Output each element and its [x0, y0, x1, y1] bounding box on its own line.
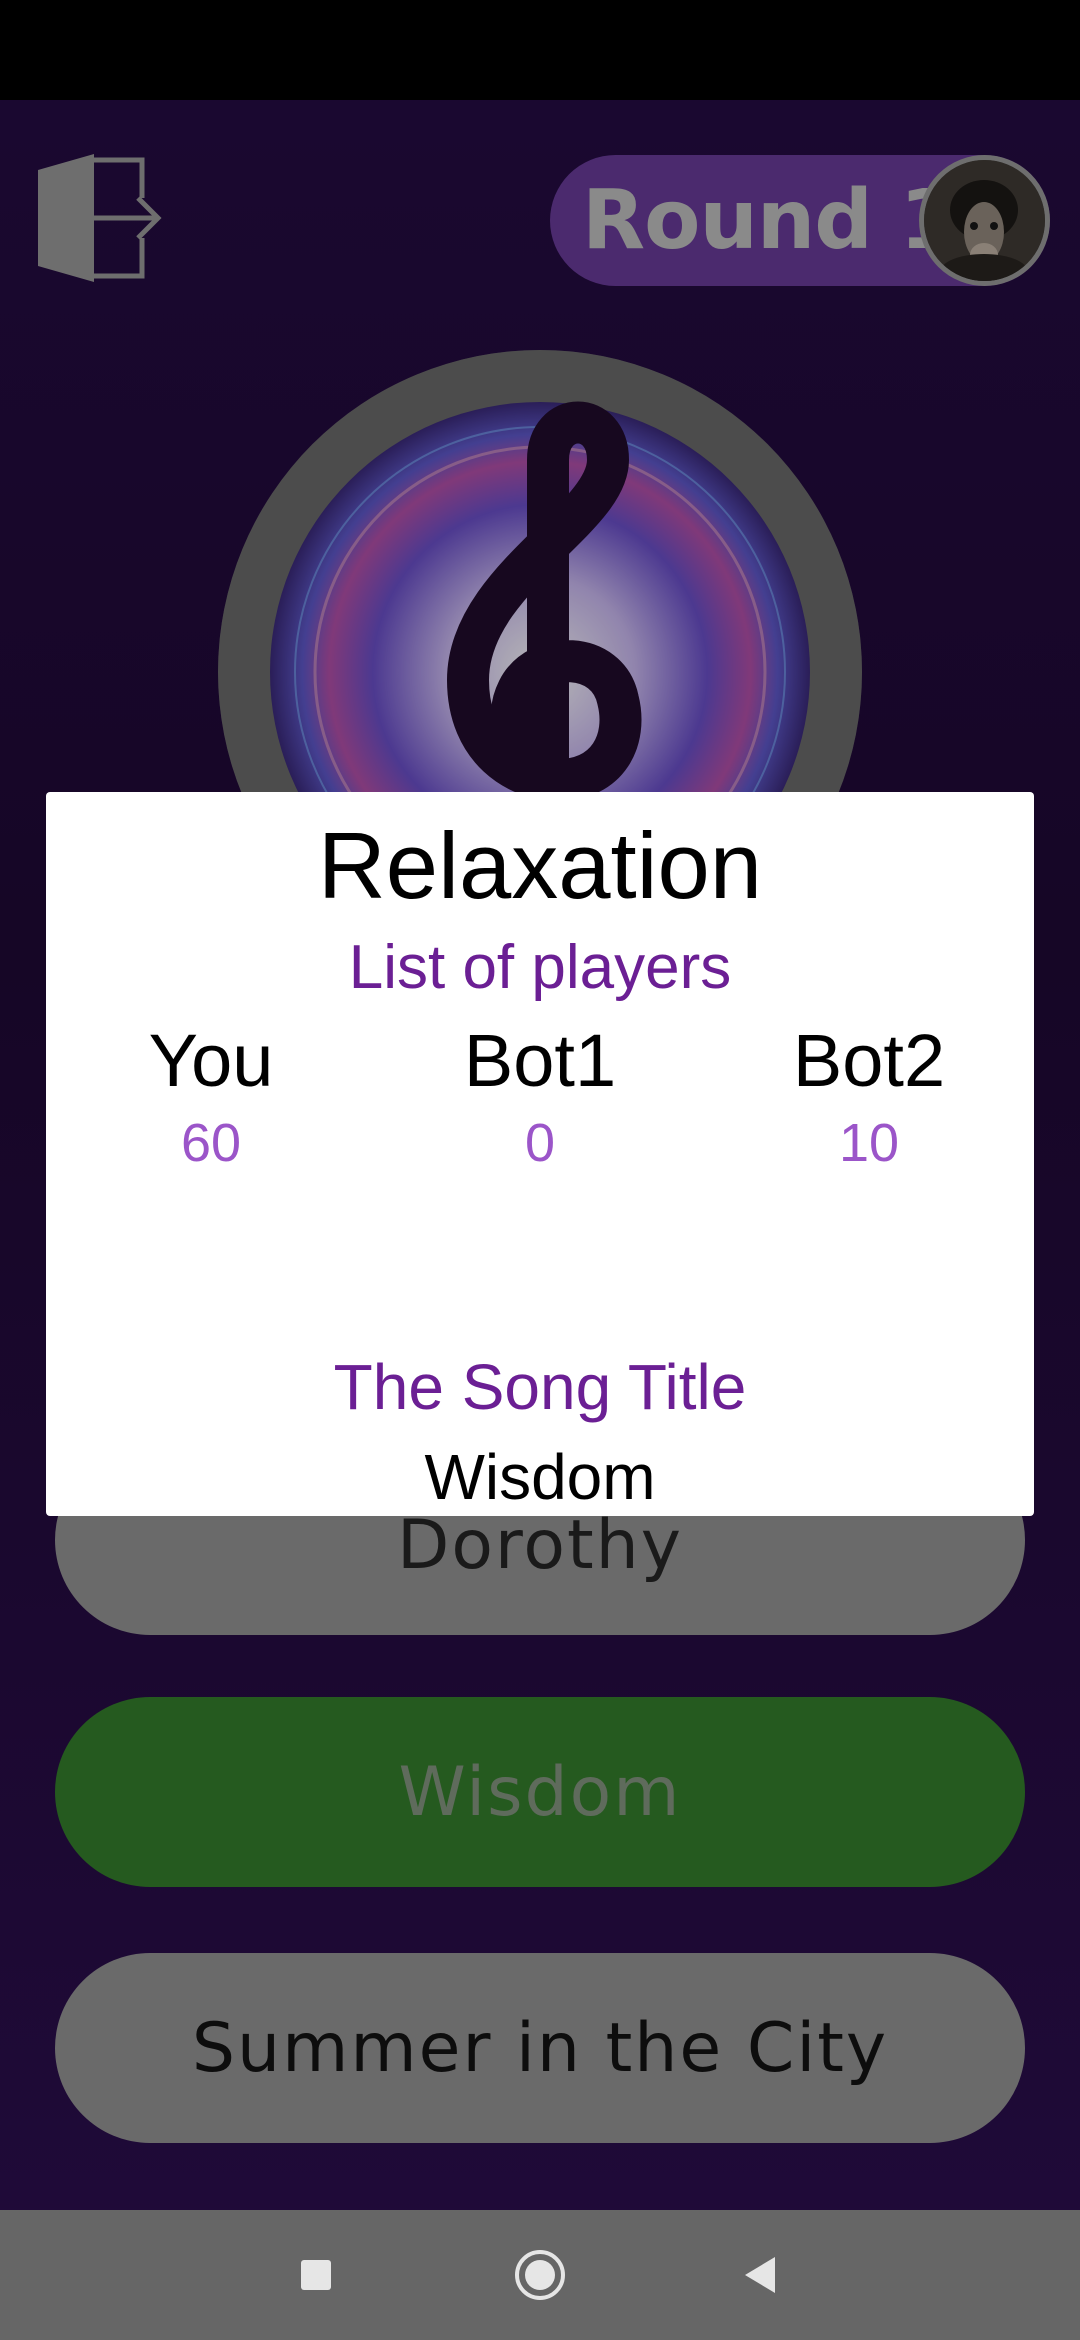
player-entry: Bot2 10 [704, 1019, 1034, 1173]
player-entry: Bot1 0 [375, 1019, 705, 1173]
song-title-heading: The Song Title [333, 1351, 747, 1423]
round-label: Round 1 [582, 173, 957, 268]
dialog-title: Relaxation [317, 813, 763, 918]
player-name: You [148, 1019, 274, 1102]
answer-button-3[interactable]: Summer in the City [55, 1953, 1025, 2143]
player-name: Bot2 [792, 1019, 946, 1102]
exit-icon[interactable] [36, 152, 162, 284]
nav-home-icon[interactable] [500, 2235, 580, 2315]
player-score: 0 [524, 1113, 556, 1173]
player-score: 60 [180, 1113, 242, 1173]
system-nav-bar [0, 2210, 1080, 2340]
players-heading: List of players [348, 933, 732, 1002]
round-result-dialog: Relaxation List of players You 60 Bot1 0… [46, 792, 1034, 1516]
nav-recents-icon[interactable] [276, 2235, 356, 2315]
player-score: 10 [838, 1113, 900, 1173]
avatar[interactable] [919, 155, 1050, 286]
player-name: Bot1 [463, 1019, 617, 1102]
answer-button-2[interactable]: Wisdom [55, 1697, 1025, 1887]
song-title: Wisdom [424, 1441, 656, 1513]
status-bar [0, 0, 1080, 100]
round-indicator: Round 1 [550, 155, 1050, 286]
nav-back-icon[interactable] [720, 2235, 800, 2315]
player-entry: You 60 [46, 1019, 376, 1173]
